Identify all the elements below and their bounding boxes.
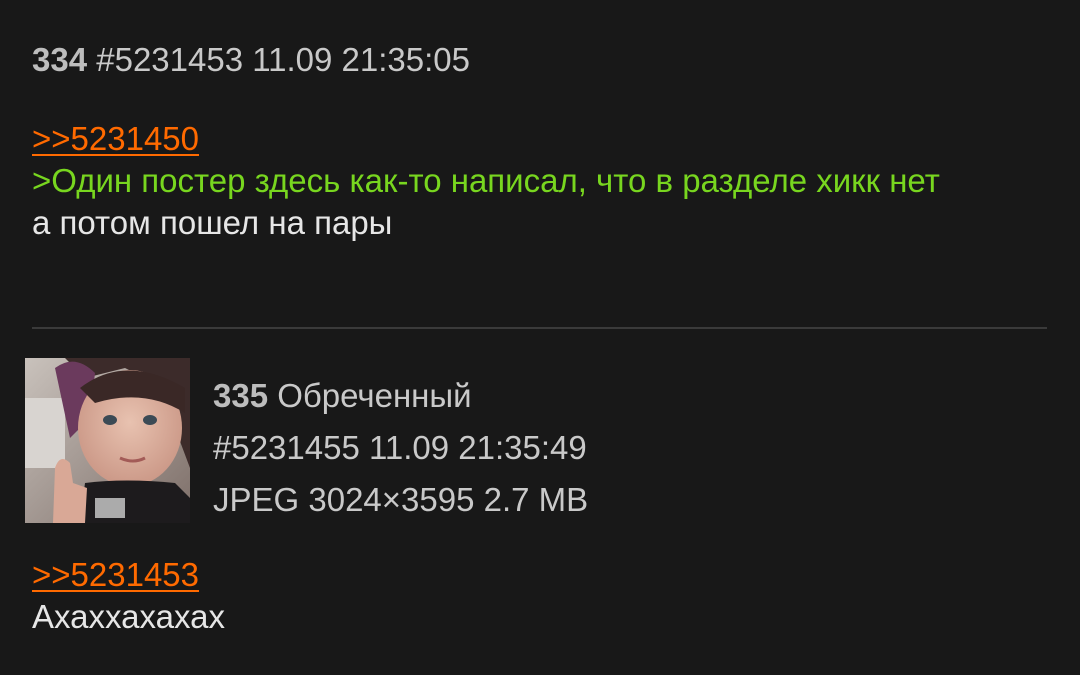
post-header: 334 #5231453 11.09 21:35:05 — [32, 40, 1048, 80]
greentext-quote: >Один постер здесь как-то написал, что в… — [32, 162, 940, 199]
post-number: 334 — [32, 41, 88, 78]
post-id[interactable]: #5231455 — [213, 429, 360, 466]
post-image-thumbnail[interactable] — [25, 358, 190, 523]
post-datetime: 11.09 21:35:05 — [252, 41, 470, 78]
photo-thumbnail-image — [25, 358, 190, 523]
post-divider — [32, 327, 1047, 329]
poster-name: Обреченный — [277, 377, 472, 414]
post-text: а потом пошел на пары — [32, 204, 393, 241]
reply-link[interactable]: >>5231450 — [32, 118, 199, 160]
reply-link[interactable]: >>5231453 — [32, 554, 199, 596]
post-text: Ахаххахахах — [32, 598, 225, 635]
post-meta: 335 Обреченный #5231455 11.09 21:35:49 J… — [213, 370, 588, 526]
post-body: >>5231453 Ахаххахахах — [32, 554, 1032, 638]
file-info[interactable]: JPEG 3024×3595 2.7 MB — [213, 474, 588, 526]
post-id[interactable]: #5231453 — [96, 41, 243, 78]
post-number: 335 — [213, 377, 269, 414]
post-body: >>5231450 >Один постер здесь как-то напи… — [32, 118, 1048, 244]
post-datetime: 11.09 21:35:49 — [369, 429, 587, 466]
post-334: 334 #5231453 11.09 21:35:05 >>5231450 >О… — [32, 40, 1048, 244]
